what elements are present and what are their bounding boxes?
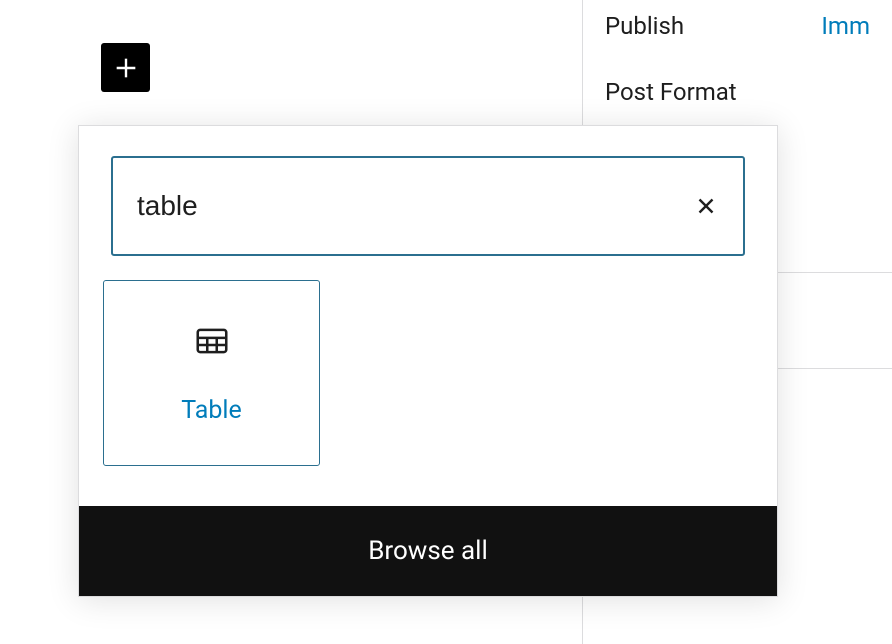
block-inserter-popover: Table Browse all xyxy=(78,125,778,597)
close-icon xyxy=(693,193,719,219)
clear-search-button[interactable] xyxy=(693,193,719,219)
publish-value-link[interactable]: Imm xyxy=(821,12,870,40)
publish-row[interactable]: Publish Imm xyxy=(583,0,892,70)
search-wrapper xyxy=(79,126,777,280)
block-item-table[interactable]: Table xyxy=(103,280,320,466)
search-input[interactable] xyxy=(137,190,693,222)
post-format-label: Post Format xyxy=(605,78,737,106)
table-icon xyxy=(193,322,231,360)
block-item-label: Table xyxy=(181,396,242,425)
add-block-button[interactable] xyxy=(101,43,150,92)
search-results: Table xyxy=(79,280,777,506)
publish-label: Publish xyxy=(605,12,684,40)
plus-icon xyxy=(110,52,142,84)
search-input-container xyxy=(111,156,745,256)
browse-all-button[interactable]: Browse all xyxy=(79,506,777,596)
